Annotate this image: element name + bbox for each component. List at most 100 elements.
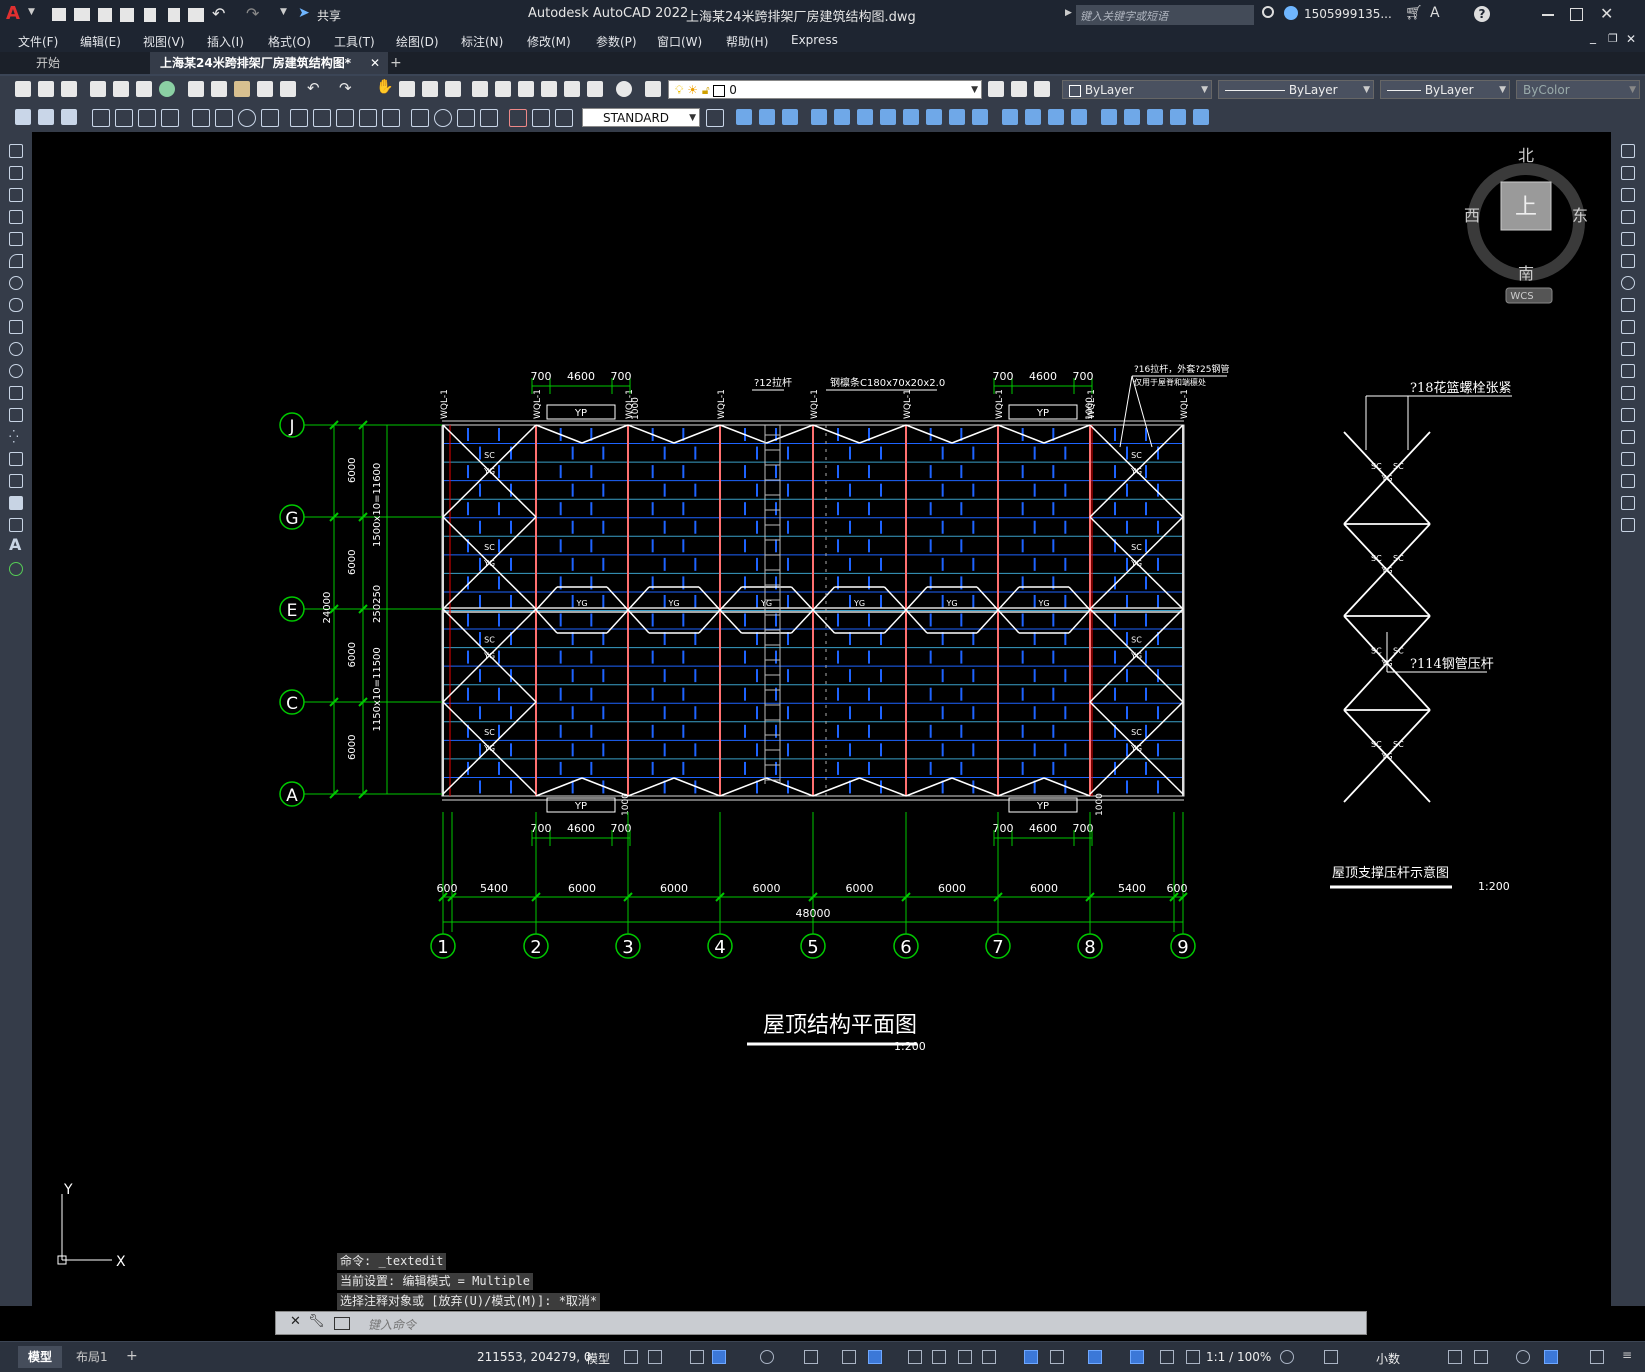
qat-customize-icon[interactable]: ▼ — [280, 7, 287, 17]
a360-icon[interactable]: A — [1430, 5, 1440, 21]
selection-cycling-icon[interactable] — [958, 1350, 972, 1364]
menu-help[interactable]: 帮助(H) — [726, 33, 768, 50]
doc-minimize-icon[interactable]: _ — [1590, 30, 1596, 44]
new-tab-button[interactable]: + — [380, 52, 412, 74]
color-dropdown[interactable]: ByLayer ▼ — [1062, 80, 1212, 99]
inspection-icon[interactable] — [411, 109, 429, 127]
join-icon[interactable] — [1621, 430, 1635, 444]
menu-express[interactable]: Express — [791, 33, 838, 47]
mirror-icon[interactable] — [1621, 188, 1635, 202]
array-icon[interactable] — [1621, 232, 1635, 246]
dim-baseline-icon[interactable] — [261, 109, 279, 127]
spline-icon[interactable] — [9, 320, 23, 334]
qat-redo-icon[interactable]: ↷ — [246, 4, 259, 23]
dim-continue-icon[interactable] — [290, 109, 308, 127]
user-icon[interactable] — [1284, 6, 1298, 20]
modify-erase-icon[interactable] — [736, 109, 752, 125]
ellipse-icon[interactable] — [9, 342, 23, 356]
rectangle-icon[interactable] — [9, 232, 23, 246]
infer-icon[interactable] — [690, 1350, 704, 1364]
qat-new-icon[interactable] — [52, 8, 66, 21]
extend-icon[interactable] — [1621, 364, 1635, 378]
menu-file[interactable]: 文件(F) — [18, 33, 58, 50]
open-icon[interactable] — [38, 81, 54, 97]
command-customize-icon[interactable]: 🔧︎ — [308, 1314, 325, 1329]
compass-east[interactable]: 东 — [1572, 206, 1588, 225]
model-space-button[interactable]: 模型 — [586, 1350, 610, 1367]
modify-pedit-icon[interactable] — [1193, 109, 1209, 125]
point-icon[interactable]: ⁛ — [9, 430, 23, 444]
grid-icon[interactable] — [624, 1350, 638, 1364]
designcenter-icon[interactable] — [495, 81, 511, 97]
menu-insert[interactable]: 插入(I) — [207, 33, 244, 50]
jogged-linear-icon[interactable] — [434, 109, 452, 127]
qat-web-icon[interactable] — [144, 8, 156, 22]
dim-space-icon[interactable] — [313, 109, 331, 127]
minimize-icon[interactable] — [1542, 14, 1554, 16]
zoom-previous-icon[interactable] — [445, 81, 461, 97]
units-dropdown[interactable]: 小数 — [1376, 1350, 1400, 1367]
markup-icon[interactable] — [564, 81, 580, 97]
insert-block-icon[interactable] — [9, 386, 23, 400]
circle-icon[interactable] — [9, 276, 23, 290]
lock-ui-icon[interactable] — [1474, 1350, 1488, 1364]
dim-diameter-icon[interactable] — [161, 109, 179, 127]
layer-properties-icon[interactable] — [645, 81, 661, 97]
hatch-icon[interactable] — [9, 452, 23, 466]
compass-west[interactable]: 西 — [1464, 206, 1480, 225]
qat-mobile-icon[interactable] — [168, 8, 180, 22]
gradient-icon[interactable] — [9, 474, 23, 488]
compass-north[interactable]: 北 — [1518, 146, 1534, 165]
polygon-icon[interactable] — [9, 210, 23, 224]
modify-fillet-icon[interactable] — [1071, 109, 1087, 125]
search-input[interactable]: 键入关键字或短语 — [1076, 5, 1254, 25]
qat-open-icon[interactable] — [74, 8, 90, 21]
doc-restore-icon[interactable]: ❐ — [1608, 32, 1618, 45]
transparency-icon[interactable] — [932, 1350, 946, 1364]
center-mark-icon[interactable] — [382, 109, 400, 127]
modify-rotate-icon[interactable] — [880, 109, 896, 125]
dynamic-ucs-icon[interactable] — [1024, 1350, 1038, 1364]
autocad-logo-icon[interactable]: A — [6, 3, 26, 25]
modify-scale-icon[interactable] — [903, 109, 919, 125]
qat-saveas-icon[interactable] — [120, 8, 134, 22]
dim-aligned-icon[interactable] — [38, 109, 54, 125]
tab-model[interactable]: 模型 — [18, 1346, 63, 1368]
dimstyle-manager-icon[interactable] — [706, 109, 724, 127]
tab-layout1[interactable]: 布局1 — [68, 1346, 116, 1368]
modify-blend-icon[interactable] — [1147, 109, 1163, 125]
quick-properties-icon[interactable] — [1448, 1350, 1462, 1364]
explode-icon[interactable] — [1621, 518, 1635, 532]
add-selected-icon[interactable] — [9, 562, 23, 576]
menu-dimension[interactable]: 标注(N) — [461, 33, 503, 50]
modify-move-icon[interactable] — [857, 109, 873, 125]
offset-icon[interactable] — [1621, 210, 1635, 224]
undo-icon[interactable]: ↶ — [307, 79, 323, 97]
dim-update-icon[interactable] — [509, 109, 527, 127]
dim-radius-icon[interactable] — [115, 109, 133, 127]
fillet-icon[interactable] — [1621, 474, 1635, 488]
sheetset-icon[interactable] — [541, 81, 557, 97]
lineweight-icon[interactable] — [908, 1350, 922, 1364]
ellipse-arc-icon[interactable] — [9, 364, 23, 378]
blend-curves-icon[interactable] — [1621, 496, 1635, 510]
dim-edit-icon[interactable] — [457, 109, 475, 127]
menu-parametric[interactable]: 参数(P) — [596, 33, 637, 50]
add-layout-button[interactable]: + — [126, 1348, 138, 1364]
selection-filter-icon[interactable] — [1050, 1350, 1064, 1364]
modify-copy-icon[interactable] — [759, 109, 775, 125]
new-icon[interactable] — [15, 81, 31, 97]
layer-previous-icon[interactable] — [1011, 81, 1027, 97]
preview-icon[interactable] — [113, 81, 129, 97]
user-name[interactable]: 1505999135... — [1304, 7, 1392, 21]
cart-icon[interactable]: 🛒︎ — [1405, 5, 1423, 21]
customize-status-icon[interactable]: ≡ — [1622, 1348, 1636, 1362]
blockeditor-icon[interactable] — [280, 81, 296, 97]
break-at-point-icon[interactable] — [1621, 386, 1635, 400]
menu-draw[interactable]: 绘图(D) — [396, 33, 439, 50]
matchprop-icon[interactable] — [257, 81, 273, 97]
save-icon[interactable] — [61, 81, 77, 97]
drawing-canvas[interactable]: SC YG SC YG SC YG SC YG SC YG SC YG SC YG SC YG YG YG YG YG… — [32, 132, 1611, 1306]
dim-override-icon[interactable] — [532, 109, 550, 127]
xline-icon[interactable] — [9, 166, 23, 180]
